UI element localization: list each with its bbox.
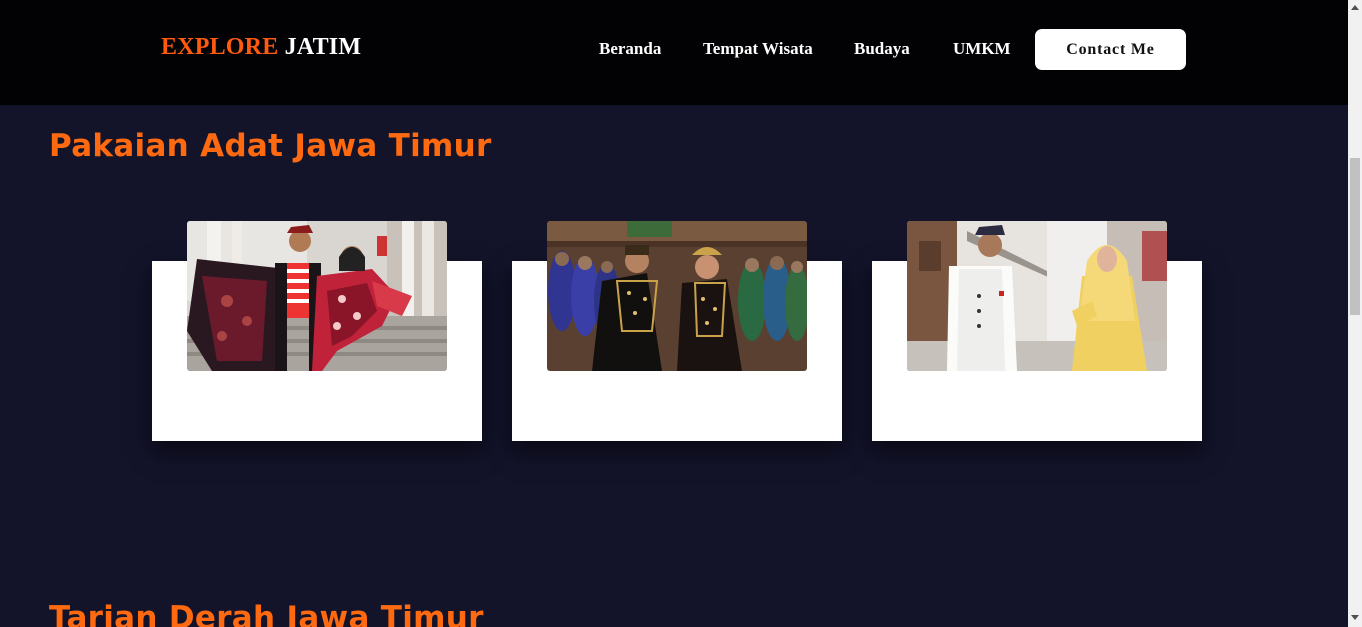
pakaian-photo-2[interactable] [547, 221, 807, 371]
wedding-couple-image [547, 221, 807, 371]
section-title-pakaian-adat: Pakaian Adat Jawa Timur [49, 127, 492, 164]
nav-link-beranda[interactable]: Beranda [599, 39, 661, 59]
section-title-tarian-daerah: Tarian Derah Jawa Timur [49, 599, 484, 627]
pakaian-photo-1[interactable] [187, 221, 447, 371]
page-scrollbar[interactable] [1348, 0, 1362, 627]
navbar: EXPLORE JATIM Beranda Tempat Wisata Buda… [0, 0, 1348, 105]
scroll-down-arrow-icon[interactable] [1351, 615, 1359, 620]
contact-me-button[interactable]: Contact Me [1035, 29, 1186, 70]
site-logo[interactable]: EXPLORE JATIM [161, 34, 361, 61]
scroll-up-arrow-icon[interactable] [1351, 5, 1359, 10]
couple-traditional-red-image [187, 221, 447, 371]
couple-white-yellow-image [907, 221, 1167, 371]
logo-jatim: JATIM [284, 34, 362, 60]
nav-link-budaya[interactable]: Budaya [854, 39, 910, 59]
pakaian-photo-3[interactable] [907, 221, 1167, 371]
nav-link-tempat-wisata[interactable]: Tempat Wisata [703, 39, 813, 59]
scrollbar-thumb[interactable] [1350, 158, 1360, 315]
nav-link-umkm[interactable]: UMKM [953, 39, 1011, 59]
logo-explore: EXPLORE [161, 34, 279, 60]
